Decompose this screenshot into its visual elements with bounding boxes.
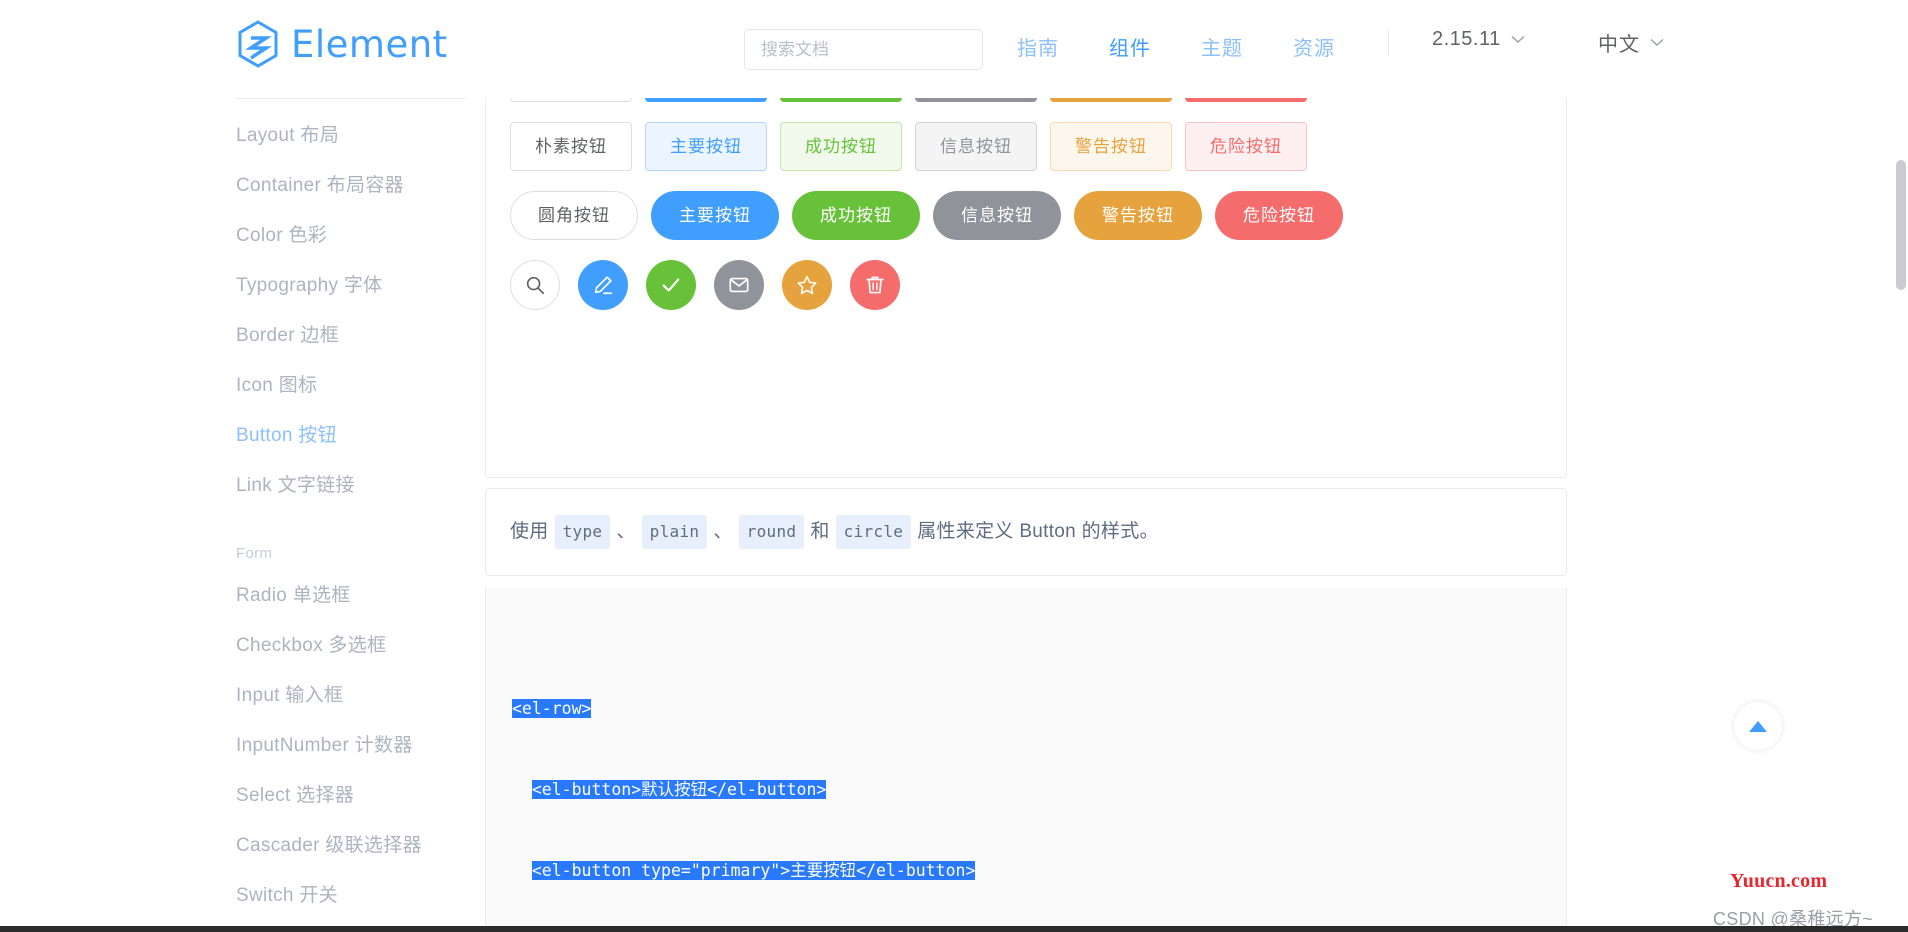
code-chip-type: type <box>554 515 611 549</box>
language-label: 中文 <box>1598 34 1640 56</box>
check-icon <box>660 274 682 296</box>
language-selector[interactable]: 中文 <box>1598 28 1664 57</box>
sidebar-item-checkbox[interactable]: Checkbox 多选框 <box>236 621 466 671</box>
button-plain-success[interactable]: 成功按钮 <box>780 122 902 171</box>
chevron-down-icon <box>1511 35 1525 44</box>
button-warning[interactable]: 警告按钮 <box>1050 98 1172 102</box>
button-circle-star[interactable] <box>782 260 832 310</box>
arrow-up-icon <box>1749 720 1767 732</box>
sidebar-item-radio[interactable]: Radio 单选框 <box>236 571 466 621</box>
message-envelope-icon <box>728 274 750 296</box>
button-row-default: 默认按钮 主要按钮 成功按钮 信息按钮 警告按钮 危险按钮 <box>510 98 1542 102</box>
nav-item-components[interactable]: 组件 <box>1097 32 1163 61</box>
main-nav: 指南 组件 主题 资源 <box>1005 32 1373 61</box>
code-chip-plain: plain <box>641 515 708 549</box>
button-row-circle <box>510 260 1542 310</box>
button-info[interactable]: 信息按钮 <box>915 98 1037 102</box>
desc-suffix: 属性来定义 Button 的样式。 <box>917 520 1159 542</box>
desc-sep-3: 和 <box>810 520 830 542</box>
button-round-danger[interactable]: 危险按钮 <box>1215 191 1343 240</box>
button-round-default[interactable]: 圆角按钮 <box>510 191 638 240</box>
star-icon <box>796 274 818 296</box>
version-label: 2.15.11 <box>1432 28 1501 50</box>
button-row-round: 圆角按钮 主要按钮 成功按钮 信息按钮 警告按钮 危险按钮 <box>510 191 1542 240</box>
button-round-warning[interactable]: 警告按钮 <box>1074 191 1202 240</box>
description-text: 使用 type 、 plain 、 round 和 circle 属性来定义 B… <box>510 515 1159 549</box>
sidebar-item-inputnumber[interactable]: InputNumber 计数器 <box>236 721 466 771</box>
sidebar-item-layout[interactable]: Layout 布局 <box>236 111 466 161</box>
button-default[interactable]: 默认按钮 <box>510 98 632 102</box>
desc-sep-2: 、 <box>713 520 733 542</box>
sidebar-item-container[interactable]: Container 布局容器 <box>236 161 466 211</box>
element-hexagon-logo-icon <box>236 20 280 68</box>
desc-prefix: 使用 <box>510 520 549 542</box>
button-primary[interactable]: 主要按钮 <box>645 98 767 102</box>
sidebar-item-switch[interactable]: Switch 开关 <box>236 871 466 921</box>
sidebar-divider <box>236 98 466 99</box>
bottom-edge-bar <box>0 926 1908 932</box>
search-icon <box>524 274 546 296</box>
edit-pencil-icon <box>592 274 614 296</box>
sidebar-item-input[interactable]: Input 输入框 <box>236 671 466 721</box>
button-demo-card: 默认按钮 主要按钮 成功按钮 信息按钮 警告按钮 危险按钮 朴素按钮 主要按钮 … <box>485 98 1567 478</box>
sidebar-item-button[interactable]: Button 按钮 <box>236 411 466 461</box>
sidebar-list: Layout 布局 Container 布局容器 Color 色彩 Typogr… <box>236 98 466 932</box>
button-plain-default[interactable]: 朴素按钮 <box>510 122 632 171</box>
button-round-info[interactable]: 信息按钮 <box>933 191 1061 240</box>
button-plain-primary[interactable]: 主要按钮 <box>645 122 767 171</box>
button-circle-edit[interactable] <box>578 260 628 310</box>
code-chip-circle: circle <box>835 515 912 549</box>
button-danger[interactable]: 危险按钮 <box>1185 98 1307 102</box>
site-header: Element 指南 组件 主题 资源 2.15.11 中文 <box>0 0 1908 98</box>
nav-item-resource[interactable]: 资源 <box>1281 32 1347 61</box>
code-line: <el-row> <box>512 699 592 718</box>
delete-trash-icon <box>864 274 886 296</box>
nav-item-theme[interactable]: 主题 <box>1189 32 1255 61</box>
button-circle-delete[interactable] <box>850 260 900 310</box>
sidebar-item-border[interactable]: Border 边框 <box>236 311 466 361</box>
logo-text: Element <box>291 22 448 66</box>
nav-item-guide[interactable]: 指南 <box>1005 32 1071 61</box>
code-block[interactable]: <el-row> <el-button>默认按钮</el-button> <el… <box>486 588 1566 932</box>
watermark-site: Yuucn.com <box>1730 870 1828 892</box>
button-plain-danger[interactable]: 危险按钮 <box>1185 122 1307 171</box>
page-scrollbar-thumb[interactable] <box>1896 160 1906 290</box>
button-circle-check[interactable] <box>646 260 696 310</box>
version-selector[interactable]: 2.15.11 <box>1432 28 1525 51</box>
sidebar-item-cascader[interactable]: Cascader 级联选择器 <box>236 821 466 871</box>
sidebar-item-icon[interactable]: Icon 图标 <box>236 361 466 411</box>
button-round-primary[interactable]: 主要按钮 <box>651 191 779 240</box>
sidebar-item-link[interactable]: Link 文字链接 <box>236 461 466 511</box>
button-row-plain: 朴素按钮 主要按钮 成功按钮 信息按钮 警告按钮 危险按钮 <box>510 122 1542 171</box>
main-content: 默认按钮 主要按钮 成功按钮 信息按钮 警告按钮 危险按钮 朴素按钮 主要按钮 … <box>466 98 1908 932</box>
back-to-top-button[interactable] <box>1734 702 1782 750</box>
chevron-down-icon <box>1650 38 1664 47</box>
button-plain-warning[interactable]: 警告按钮 <box>1050 122 1172 171</box>
button-circle-search[interactable] <box>510 260 560 310</box>
desc-sep-1: 、 <box>616 520 636 542</box>
search-input[interactable] <box>745 30 982 69</box>
button-success[interactable]: 成功按钮 <box>780 98 902 102</box>
button-rows: 默认按钮 主要按钮 成功按钮 信息按钮 警告按钮 危险按钮 朴素按钮 主要按钮 … <box>486 98 1566 310</box>
button-circle-message[interactable] <box>714 260 764 310</box>
header-divider <box>1388 30 1389 56</box>
page-root: Element 指南 组件 主题 资源 2.15.11 中文 <box>0 0 1908 932</box>
sidebar-item-color[interactable]: Color 色彩 <box>236 211 466 261</box>
code-chip-round: round <box>738 515 805 549</box>
page-scrollbar-track[interactable] <box>1894 0 1908 932</box>
code-line: <el-button type="primary">主要按钮</el-butto… <box>531 861 976 880</box>
sidebar-item-typography[interactable]: Typography 字体 <box>236 261 466 311</box>
logo[interactable]: Element <box>236 20 448 68</box>
sidebar: Layout 布局 Container 布局容器 Color 色彩 Typogr… <box>0 98 466 932</box>
code-card[interactable]: <el-row> <el-button>默认按钮</el-button> <el… <box>485 588 1567 932</box>
sidebar-item-select[interactable]: Select 选择器 <box>236 771 466 821</box>
sidebar-group-form: Form <box>236 545 273 562</box>
button-round-success[interactable]: 成功按钮 <box>792 191 920 240</box>
search-box[interactable] <box>744 29 983 70</box>
button-plain-info[interactable]: 信息按钮 <box>915 122 1037 171</box>
code-line: <el-button>默认按钮</el-button> <box>531 780 827 799</box>
description-card: 使用 type 、 plain 、 round 和 circle 属性来定义 B… <box>485 488 1567 576</box>
